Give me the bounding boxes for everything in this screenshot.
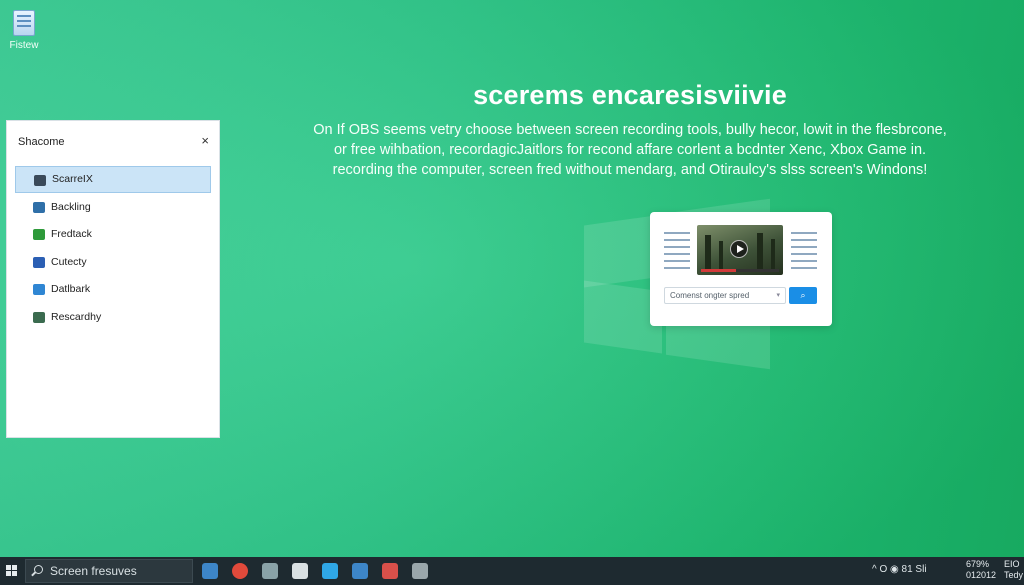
video-progress-bar[interactable] xyxy=(701,269,779,272)
hero-headline: scerems encaresisviivie xyxy=(473,80,787,110)
taskbar: Screen fresuves ^ O ◉ 81 Sli 679% 012012… xyxy=(0,557,1024,585)
panel-item-fredtack[interactable]: Fredtack xyxy=(15,221,211,248)
grid-icon xyxy=(33,201,45,213)
clock-side-line: Tedy xyxy=(1004,570,1024,580)
panel-item-label: Cutecty xyxy=(51,255,87,268)
chevron-down-icon: ▾ xyxy=(776,292,780,299)
edit-icon[interactable] xyxy=(352,563,368,579)
taskbar-search-text: Screen fresuves xyxy=(50,564,137,578)
desktop-shortcut-label: Fistew xyxy=(9,40,39,51)
facebook-icon xyxy=(33,256,45,268)
side-panel: Shacome × ScarreIX Backling Fredtack Cut… xyxy=(6,120,220,438)
search-icon: ⌕ xyxy=(800,290,806,300)
chrome-icon[interactable] xyxy=(232,563,248,579)
search-icon xyxy=(34,565,43,574)
hero-desc-line: recording the computer, screen fred with… xyxy=(332,162,928,178)
cloud-icon xyxy=(33,284,45,295)
clock-icon[interactable] xyxy=(262,563,278,579)
panel-item-backling[interactable]: Backling xyxy=(15,194,211,221)
play-icon[interactable] xyxy=(730,240,748,258)
panel-item-label: Rescardhy xyxy=(51,310,102,323)
panel-item-datlbark[interactable]: Datlbark xyxy=(15,276,211,303)
panel-title: Shacome xyxy=(18,136,65,148)
close-icon[interactable]: × xyxy=(201,133,209,148)
feedback-icon xyxy=(33,229,45,240)
panel-item-label: Fredtack xyxy=(51,228,92,240)
hero-desc-line: or free wihbation, recordagicJaitlors fo… xyxy=(333,142,927,158)
clock-side-line: EIO xyxy=(1004,559,1020,569)
media-icon[interactable] xyxy=(382,563,398,579)
speed-select[interactable]: Comenst ongter spred ▾ xyxy=(664,287,786,304)
video-progress-fill xyxy=(701,269,737,272)
settings-icon[interactable] xyxy=(292,563,308,579)
system-tray[interactable]: ^ O ◉ 81 Sli xyxy=(872,564,927,575)
search-button[interactable]: ⌕ xyxy=(789,287,817,304)
panel-item-cutecty[interactable]: Cutecty xyxy=(15,249,211,276)
hero-description: On If OBS seems vetry choose between scr… xyxy=(300,120,960,180)
start-button[interactable] xyxy=(6,565,18,577)
text-lines-left xyxy=(664,232,690,274)
hero-desc-line: On If OBS seems vetry choose between scr… xyxy=(313,122,947,138)
panel-item-scarreix[interactable]: ScarreIX xyxy=(15,166,211,193)
document-icon xyxy=(13,10,35,36)
speed-select-value: Comenst ongter spred xyxy=(670,291,750,300)
video-card: Comenst ongter spred ▾ ⌕ xyxy=(650,212,832,326)
document-icon xyxy=(33,311,45,323)
panel-item-label: Datlbark xyxy=(51,283,91,295)
folder-icon[interactable] xyxy=(202,563,218,579)
panel-list: ScarreIX Backling Fredtack Cutecty Datlb… xyxy=(15,166,211,331)
clock-side: EIO Tedy xyxy=(1004,559,1024,581)
panel-item-rescardhy[interactable]: Rescardhy xyxy=(15,304,211,331)
desktop-shortcut[interactable]: Fistew xyxy=(4,10,44,51)
text-lines-right xyxy=(791,232,817,274)
windows-store-icon[interactable] xyxy=(322,563,338,579)
panel-item-label: ScarreIX xyxy=(52,173,93,185)
panel-item-label: Backling xyxy=(51,200,91,213)
taskbar-search[interactable]: Screen fresuves xyxy=(25,559,193,583)
video-thumbnail[interactable] xyxy=(697,225,783,275)
gear-icon[interactable] xyxy=(412,563,428,579)
user-search-icon xyxy=(34,175,46,186)
